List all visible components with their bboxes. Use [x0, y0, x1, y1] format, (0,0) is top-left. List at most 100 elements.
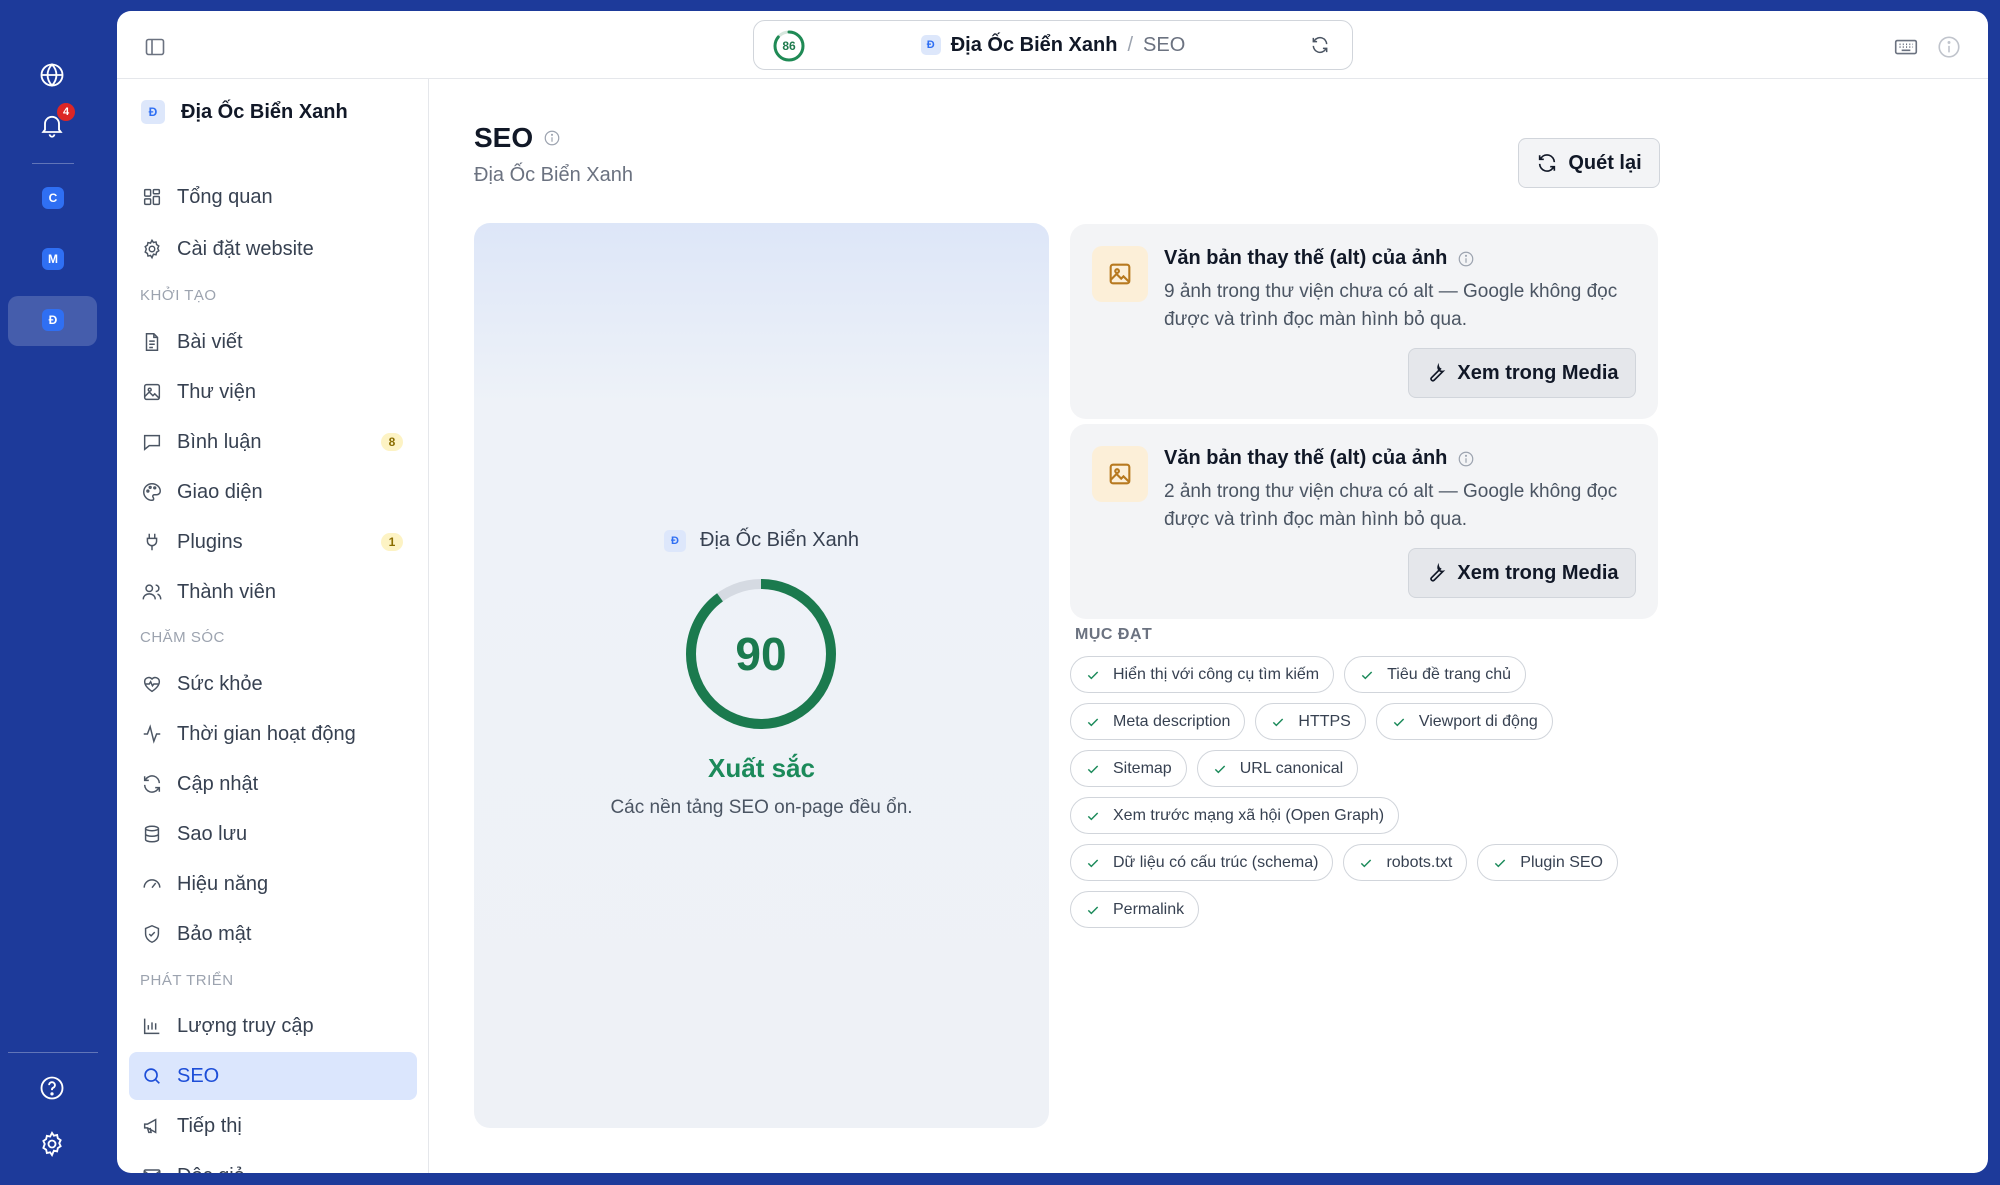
sidebar-item-label: Bình luận	[177, 430, 262, 453]
rescan-button[interactable]: Quét lại	[1518, 138, 1660, 188]
seo-score-card: Đ Địa Ốc Biển Xanh 90 Xuất sắc Các nền t…	[474, 223, 1049, 1128]
sidebar-item-label: Lượng truy cập	[177, 1014, 314, 1037]
check-icon	[1087, 670, 1099, 679]
check-icon	[1087, 858, 1099, 867]
passed-check-label: robots.txt	[1386, 853, 1453, 871]
sidebar-item-performance[interactable]: Hiệu năng	[129, 860, 417, 908]
globe-icon[interactable]	[35, 58, 69, 92]
check-icon	[1495, 858, 1506, 867]
view-in-media-button[interactable]: Xem trong Media	[1408, 348, 1636, 398]
sidebar-item-security[interactable]: Bảo mật	[129, 910, 417, 958]
keyboard-icon[interactable]	[1892, 33, 1920, 61]
info-icon[interactable]	[1457, 250, 1475, 268]
sidebar-item-seo[interactable]: SEO	[129, 1052, 417, 1100]
passed-check-chip: Viewport di động	[1375, 703, 1553, 740]
info-icon[interactable]	[1935, 33, 1963, 61]
passed-check-label: Dữ liệu có cấu trúc (schema)	[1113, 853, 1319, 871]
sidebar-item-appearance[interactable]: Giao diện	[129, 468, 417, 516]
users-icon	[142, 584, 162, 600]
check-icon	[1087, 764, 1099, 773]
search-icon	[144, 1068, 160, 1084]
notifications-bell-icon[interactable]: 4	[35, 103, 75, 142]
sidebar-item-plugins[interactable]: Plugins 1	[129, 518, 417, 566]
sidebar-item-label: Giao diện	[177, 480, 263, 503]
sidebar-item-comments[interactable]: Bình luận 8	[129, 418, 417, 466]
site-switch-d[interactable]: Đ	[42, 309, 64, 331]
sidebar-item-updates[interactable]: Cập nhật	[129, 760, 417, 808]
sidebar-item-label: Thời gian hoạt động	[177, 722, 356, 745]
sidebar-item-website-settings[interactable]: Cài đặt website	[129, 225, 417, 273]
sidebar-item-health[interactable]: Sức khỏe	[129, 660, 417, 708]
activity-icon	[143, 724, 161, 744]
page-title-text: SEO	[474, 122, 534, 153]
sidebar: Đ Địa Ốc Biển Xanh Tổng quan Cài đặt web…	[117, 79, 429, 1173]
sidebar-item-posts[interactable]: Bài viết	[129, 318, 417, 366]
passed-check-label: Meta description	[1113, 712, 1231, 730]
passed-check-label: Tiêu đề trang chủ	[1387, 665, 1512, 683]
address-site-name[interactable]: Địa Ốc Biển Xanh	[951, 34, 1118, 57]
info-icon[interactable]	[543, 129, 561, 147]
address-bar[interactable]: 86 Đ Địa Ốc Biển Xanh / SEO	[753, 20, 1353, 70]
palette-icon	[143, 483, 161, 501]
check-icon	[1361, 858, 1372, 867]
sidebar-item-label: SEO	[177, 1064, 220, 1087]
image-icon	[1092, 246, 1148, 302]
sidebar-item-label: Plugins	[177, 530, 243, 553]
help-icon[interactable]	[35, 1071, 69, 1105]
passed-check-chip: Dữ liệu có cấu trúc (schema)	[1070, 844, 1334, 881]
mail-icon	[143, 1169, 161, 1173]
sidebar-item-overview[interactable]: Tổng quan	[129, 173, 417, 221]
seo-score-rating: Xuất sắc	[708, 753, 815, 783]
passed-check-label: HTTPS	[1298, 712, 1351, 730]
sidebar-item-library[interactable]: Thư viện	[129, 368, 417, 416]
sidebar-item-label: Hiệu năng	[177, 872, 269, 895]
check-icon	[1087, 905, 1099, 914]
rail-divider	[32, 163, 74, 164]
sidebar-item-uptime[interactable]: Thời gian hoạt động	[129, 710, 417, 758]
image-icon	[1092, 446, 1148, 502]
issue-card-alt-text: Văn bản thay thế (alt) của ảnh 9 ảnh tro…	[1070, 224, 1658, 419]
view-in-media-button[interactable]: Xem trong Media	[1408, 548, 1636, 598]
passed-check-chip: Hiển thị với công cụ tìm kiếm	[1070, 656, 1335, 693]
passed-check-chip: URL canonical	[1196, 750, 1359, 787]
section-title-setup: KHỞI TẠO	[140, 287, 217, 304]
sidebar-item-readers[interactable]: Độc giả	[129, 1152, 417, 1173]
sidebar-item-label: Bài viết	[177, 330, 243, 353]
passed-check-chip: Tiêu đề trang chủ	[1344, 656, 1527, 693]
sidebar-item-backup[interactable]: Sao lưu	[129, 810, 417, 858]
sidebar-item-label: Bảo mật	[177, 922, 252, 945]
left-rail: 4 C M Đ	[0, 0, 116, 1185]
gear-icon	[144, 238, 160, 260]
passed-check-label: Sitemap	[1113, 759, 1172, 777]
passed-check-label: URL canonical	[1239, 759, 1344, 777]
sidebar-item-label: Sức khỏe	[177, 672, 263, 695]
passed-check-label: Hiển thị với công cụ tìm kiếm	[1113, 665, 1320, 683]
check-icon	[1273, 717, 1284, 726]
passed-check-label: Viewport di động	[1418, 712, 1538, 730]
passed-check-label: Xem trước mạng xã hội (Open Graph)	[1113, 806, 1385, 824]
info-icon[interactable]	[1457, 450, 1475, 468]
address-page-name: SEO	[1143, 33, 1186, 56]
settings-gear-icon[interactable]	[35, 1127, 69, 1161]
view-in-media-label: Xem trong Media	[1457, 361, 1619, 384]
notification-count-badge: 4	[57, 103, 75, 121]
sidebar-site-header[interactable]: Đ Địa Ốc Biển Xanh	[141, 100, 348, 124]
sidebar-item-label: Tổng quan	[177, 185, 273, 208]
address-site-badge: Đ	[920, 35, 941, 55]
plugins-count-badge: 1	[381, 533, 403, 551]
main-window: 86 Đ Địa Ốc Biển Xanh / SEO Đ Địa Ốc Biể…	[117, 11, 1988, 1173]
sidebar-item-label: Cài đặt website	[177, 237, 314, 260]
top-bar: 86 Đ Địa Ốc Biển Xanh / SEO	[117, 11, 1988, 79]
refresh-icon[interactable]	[1310, 35, 1330, 55]
sidebar-item-traffic[interactable]: Lượng truy cập	[129, 1002, 417, 1050]
passed-check-label: Permalink	[1113, 900, 1185, 918]
site-switch-m[interactable]: M	[42, 248, 64, 270]
passed-section-title: MỤC ĐẠT	[1075, 626, 1153, 643]
sidebar-item-label: Sao lưu	[177, 822, 248, 845]
sidebar-site-badge: Đ	[141, 100, 165, 124]
sidebar-item-marketing[interactable]: Tiếp thị	[129, 1102, 417, 1150]
sidebar-item-label: Tiếp thị	[177, 1114, 242, 1137]
site-switch-c[interactable]: C	[42, 187, 64, 209]
sidebar-item-members[interactable]: Thành viên	[129, 568, 417, 616]
sidebar-toggle-icon[interactable]	[141, 33, 169, 61]
